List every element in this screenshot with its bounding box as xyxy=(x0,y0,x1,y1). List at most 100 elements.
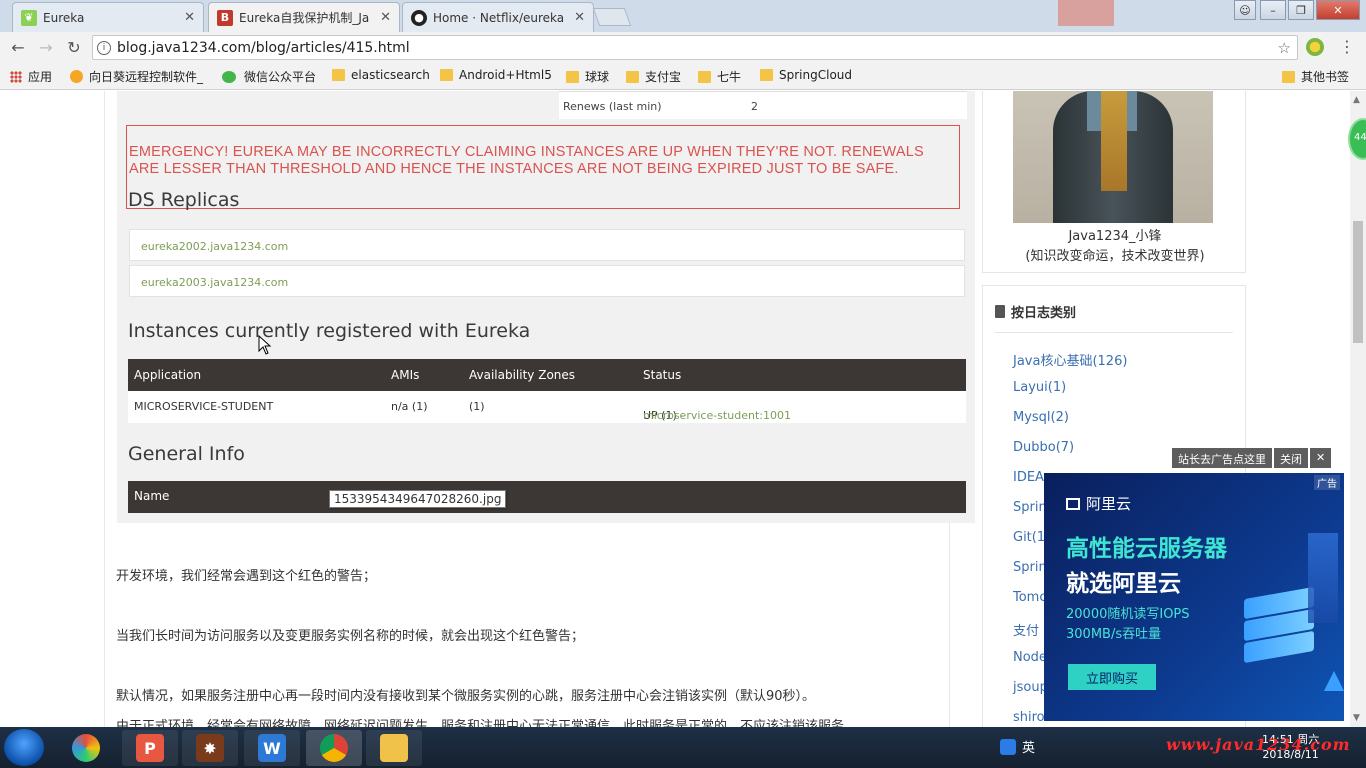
ad-headline-2: 就选阿里云 xyxy=(1066,571,1181,597)
w-icon: W xyxy=(258,734,286,762)
image-tooltip: 1533954349647028260.jpg xyxy=(329,490,507,508)
buy-now-button[interactable]: 立即购买 xyxy=(1068,664,1156,690)
b-icon: B xyxy=(217,9,233,26)
p-icon: P xyxy=(136,734,164,762)
category-link[interactable]: Git(1 xyxy=(1013,530,1045,545)
replica-link[interactable]: eureka2003.java1234.com xyxy=(129,265,965,297)
taskbar-app-game[interactable]: ✸ xyxy=(182,730,238,766)
qq-input-icon[interactable] xyxy=(1000,738,1016,755)
folder-icon xyxy=(760,69,773,81)
book-icon xyxy=(995,305,1005,318)
taskbar-app-explorer[interactable] xyxy=(366,730,422,766)
user-icon[interactable]: ☺ xyxy=(1234,0,1256,20)
system-tray: 英 xyxy=(1000,737,1035,756)
watermark: www.java1234.com xyxy=(1166,735,1351,754)
close-ad-button[interactable]: 关闭 xyxy=(1274,448,1308,468)
game-icon: ✸ xyxy=(196,734,224,762)
ds-replicas-title: DS Replicas xyxy=(128,189,240,211)
ad-headline: 高性能云服务器 xyxy=(1066,536,1227,562)
general-info-title: General Info xyxy=(128,443,245,465)
profile-name: Java1234_小锋 xyxy=(1068,229,1162,244)
address-bar[interactable]: i blog.java1234.com/blog/articles/415.ht… xyxy=(92,35,1298,60)
category-link[interactable]: Mysql(2) xyxy=(1013,410,1069,425)
close-window-button[interactable]: ✕ xyxy=(1316,0,1360,20)
reload-button[interactable]: ↻ xyxy=(64,37,84,57)
github-icon: ● xyxy=(411,9,427,26)
paragraph: 默认情况，如果服务注册中心再一段时间内没有接收到某个微服务实例的心跳，服务注册中… xyxy=(116,689,816,704)
bookmark-wechat[interactable]: 微信公众平台 xyxy=(222,68,316,85)
taskbar-app-wps-writer[interactable]: W xyxy=(244,730,300,766)
profile-button[interactable] xyxy=(1058,0,1114,26)
aliyun-ad[interactable]: 广告 阿里云 高性能云服务器 就选阿里云 20000随机读写IOPS 300MB… xyxy=(1044,473,1344,721)
instances-header: Application AMIs Availability Zones Stat… xyxy=(128,359,966,391)
bookmark-qiniu[interactable]: 七牛 xyxy=(698,68,741,85)
bookmark-qiuqiu[interactable]: 球球 xyxy=(566,68,609,85)
apps-icon xyxy=(10,70,22,83)
renews-row: Renews (last min) 2 xyxy=(559,91,967,119)
folder-icon xyxy=(332,69,345,81)
replica-link[interactable]: eureka2002.java1234.com xyxy=(129,229,965,261)
instance-link[interactable]: microservice-student:1001 xyxy=(643,409,791,422)
category-link[interactable]: Node xyxy=(1013,650,1047,665)
bookmark-star-icon[interactable]: ☆ xyxy=(1278,39,1291,57)
bookmark-apps[interactable]: 应用 xyxy=(10,68,52,85)
close-tab-icon[interactable]: ✕ xyxy=(184,10,195,25)
tab-netflix-eureka[interactable]: ● Home · Netflix/eureka ✕ xyxy=(402,2,594,32)
info-icon[interactable]: i xyxy=(97,40,111,55)
leaf-icon: ❦ xyxy=(21,9,37,26)
bookmark-android-html5[interactable]: Android+Html5 xyxy=(440,68,552,82)
url-text: blog.java1234.com/blog/articles/415.html xyxy=(117,39,410,56)
bookmark-alipay[interactable]: 支付宝 xyxy=(626,68,681,85)
back-button[interactable]: ← xyxy=(8,37,28,57)
bookmark-sunflower[interactable]: 向日葵远程控制软件_ xyxy=(70,68,203,85)
emergency-warning: EMERGENCY! EUREKA MAY BE INCORRECTLY CLA… xyxy=(126,125,960,209)
close-icon[interactable]: ✕ xyxy=(1310,448,1332,468)
scroll-up-icon[interactable]: ▲ xyxy=(1353,95,1360,105)
category-link[interactable]: jsoup xyxy=(1013,680,1048,695)
maximize-button[interactable]: ❐ xyxy=(1288,0,1314,20)
menu-icon[interactable]: ⋮ xyxy=(1338,38,1356,56)
photos-icon xyxy=(72,734,100,762)
category-link[interactable]: Layui(1) xyxy=(1013,380,1066,395)
category-title: 按日志类别 xyxy=(995,302,1076,321)
taskbar-app-chrome[interactable] xyxy=(306,730,362,766)
page-scrollbar[interactable]: ▲ ▼ xyxy=(1350,91,1366,727)
folder-icon xyxy=(626,70,639,83)
taskbar-app-photos[interactable] xyxy=(58,730,114,766)
remove-ad-link[interactable]: 站长去广告点这里 xyxy=(1172,448,1272,468)
bookmark-other[interactable]: 其他书签 xyxy=(1282,68,1349,85)
tab-eureka[interactable]: ❦ Eureka ✕ xyxy=(12,2,204,32)
table-row: MICROSERVICE-STUDENT n/a (1) (1) UP (1) … xyxy=(128,391,966,423)
general-info-table: Name xyxy=(128,481,966,513)
bookmark-springcloud[interactable]: SpringCloud xyxy=(760,68,852,82)
category-link[interactable]: Sprin xyxy=(1013,560,1047,575)
category-link[interactable]: shiro xyxy=(1013,710,1045,725)
category-link[interactable]: Dubbo(7) xyxy=(1013,440,1074,455)
paragraph: 开发环境，我们经常会遇到这个红色的警告； xyxy=(116,569,377,584)
profile-card: Java1234_小锋 (知识改变命运，技术改变世界) xyxy=(982,91,1246,273)
ad-tag: 广告 xyxy=(1314,475,1340,490)
category-link[interactable]: IDEA xyxy=(1013,470,1044,485)
forward-button[interactable]: → xyxy=(36,37,56,57)
new-tab-button[interactable] xyxy=(592,8,632,26)
category-link[interactable]: Sprin xyxy=(1013,500,1047,515)
scroll-down-icon[interactable]: ▼ xyxy=(1353,713,1360,723)
category-link[interactable]: 支付 xyxy=(1013,620,1039,639)
close-tab-icon[interactable]: ✕ xyxy=(380,10,391,25)
start-button[interactable] xyxy=(4,729,44,766)
bookmark-elasticsearch[interactable]: elasticsearch xyxy=(332,68,430,82)
windows-taskbar: P ✸ W 英 14:51 周六 2018/8/11 xyxy=(0,727,1366,768)
taskbar-app-wps-presentation[interactable]: P xyxy=(122,730,178,766)
folder-icon xyxy=(1282,70,1295,83)
instances-title: Instances currently registered with Eure… xyxy=(128,320,531,342)
avatar xyxy=(1013,91,1213,223)
minimize-button[interactable]: – xyxy=(1260,0,1286,20)
category-link[interactable]: Tomc xyxy=(1013,590,1047,605)
tab-eureka-self-protection[interactable]: B Eureka自我保护机制_Ja ✕ xyxy=(208,2,400,32)
category-link[interactable]: Java核心基础(126) xyxy=(1013,350,1127,369)
close-tab-icon[interactable]: ✕ xyxy=(574,10,585,25)
scroll-thumb[interactable] xyxy=(1353,221,1363,343)
ime-indicator[interactable]: 英 xyxy=(1022,737,1035,756)
extension-icon[interactable] xyxy=(1306,38,1324,56)
general-info-header: Name xyxy=(128,481,966,513)
